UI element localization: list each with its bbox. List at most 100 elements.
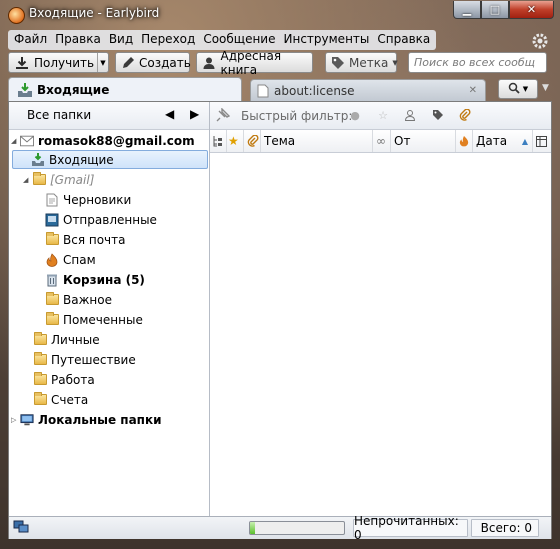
menu-help[interactable]: Справка [373,30,434,50]
folder-important-label: Важное [63,292,112,307]
thread-pane: Быстрый фильтр: ● ☆ ★ Тема ∞ От Дата ▲ [210,102,551,516]
get-mail-button[interactable]: Получить ▼ [8,52,109,73]
menu-tools[interactable]: Инструменты [280,30,374,50]
global-search-input[interactable]: Поиск во всех сообщ [408,52,547,73]
folder-drafts[interactable]: Черновики [45,190,131,209]
read-column-icon[interactable]: ∞ [373,130,391,152]
close-button[interactable]: ✕ [509,1,554,19]
attachment-column-icon[interactable] [244,130,261,152]
expand-triangle-icon[interactable]: ◢ [11,137,19,145]
title-bar[interactable]: Входящие - Earlybird ▁ □ ✕ [0,0,560,28]
menu-edit[interactable]: Правка [51,30,105,50]
mail-content-area: Все папки ◀ ▶ ◢ romasok88@gmail.com Вход… [8,101,552,542]
folder-starred[interactable]: Помеченные [45,310,143,329]
account-name: romasok88@gmail.com [38,133,195,148]
folder-drafts-label: Черновики [63,192,132,207]
collapse-triangle-icon[interactable]: ▷ [11,416,19,424]
message-list[interactable] [210,153,551,516]
folder-inbox[interactable]: Входящие [12,150,208,169]
earlybird-app-icon[interactable] [8,7,25,24]
tab-inbox-label: Входящие [37,82,110,97]
menu-go[interactable]: Переход [137,30,199,50]
junk-column-icon[interactable] [456,130,473,152]
folder-bills[interactable]: Счета [33,390,88,409]
quick-search-button[interactable]: ▼ [498,79,538,99]
folder-icon [33,392,47,406]
sent-icon [45,213,59,226]
local-folders-node[interactable]: ▷ Локальные папки [11,410,162,429]
folder-sent-label: Отправленные [63,212,157,227]
folder-personal[interactable]: Личные [33,330,100,349]
star-column-icon[interactable]: ★ [227,130,244,152]
quick-search-dropdown-icon: ▼ [522,85,529,93]
folder-view-label: Все папки [27,108,92,122]
folder-gmail-group[interactable]: ◢ [Gmail] [23,170,94,189]
folder-spam[interactable]: Спам [45,250,96,269]
unread-count: Непрочитанных: 0 [353,514,468,542]
pencil-icon [121,55,135,71]
menu-file[interactable]: Файл [10,30,51,50]
starred-filter-star-icon[interactable]: ☆ [376,108,390,122]
menu-view[interactable]: Вид [105,30,137,50]
thread-column-icon[interactable] [210,130,227,152]
folder-trash[interactable]: Корзина (5) [45,270,145,289]
local-folders-label: Локальные папки [38,412,162,427]
folder-pane: Все папки ◀ ▶ ◢ romasok88@gmail.com Вход… [9,102,210,516]
sticky-pin-icon[interactable] [216,108,230,122]
address-book-button[interactable]: Адресная книга [196,49,313,77]
folder-icon [45,292,59,306]
folder-gmail-label: [Gmail] [50,172,95,187]
online-status-icon[interactable] [13,520,29,537]
status-bar: Непрочитанных: 0 Всего: 0 [9,514,551,542]
folder-work-label: Работа [51,372,95,387]
tab-list-chevron-icon[interactable]: ▼ [542,83,549,93]
next-view-arrow-icon[interactable]: ▶ [190,107,199,121]
account-node[interactable]: ◢ romasok88@gmail.com [11,131,195,150]
unread-filter-dot-icon[interactable]: ● [348,108,362,122]
total-count: Всего: 0 [471,519,539,537]
subject-column[interactable]: Тема [261,130,373,152]
get-mail-label: Получить [34,55,95,70]
expand-triangle-icon[interactable]: ◢ [23,176,31,184]
tab-inbox[interactable]: Входящие [8,77,242,101]
attachment-filter-icon[interactable] [458,108,472,122]
get-mail-dropdown-icon[interactable]: ▼ [97,53,108,72]
folder-work[interactable]: Работа [33,370,95,389]
folder-all-mail-label: Вся почта [63,232,126,247]
tag-button[interactable]: Метка ▼ [325,52,398,73]
from-column-label: От [394,134,411,148]
quick-filter-bar: Быстрый фильтр: ● ☆ [210,102,551,130]
tab-close-icon[interactable]: ✕ [469,85,477,96]
folder-inbox-label: Входящие [49,152,114,167]
window-title: Входящие - Earlybird [29,6,160,20]
write-label: Создать [139,55,191,70]
folder-starred-label: Помеченные [63,312,143,327]
folder-travel[interactable]: Путешествие [33,350,136,369]
folder-sent[interactable]: Отправленные [45,210,157,229]
tag-icon [331,55,345,71]
prev-view-arrow-icon[interactable]: ◀ [165,107,174,121]
date-column[interactable]: Дата ▲ [473,130,533,152]
page-icon [257,84,269,98]
folder-spam-label: Спам [63,252,96,267]
tag-dropdown-icon: ▼ [392,58,398,67]
subject-column-label: Тема [264,134,296,148]
computer-icon [20,413,34,426]
contact-filter-person-icon[interactable] [403,108,417,122]
app-menu-gear-icon[interactable] [531,32,549,50]
from-column[interactable]: От [391,130,456,152]
column-picker-icon[interactable] [533,130,551,152]
folder-important[interactable]: Важное [45,290,112,309]
write-button[interactable]: Создать [115,52,191,73]
tab-about-license[interactable]: about:license ✕ [250,79,486,101]
maximize-button[interactable]: □ [481,1,509,19]
folder-icon [32,172,46,186]
minimize-button[interactable]: ▁ [453,1,481,19]
menu-message[interactable]: Сообщение [199,30,279,50]
download-arrow-icon [14,55,30,71]
minimize-icon: ▁ [462,3,472,16]
folder-trash-label: Корзина (5) [63,272,145,287]
folder-all-mail[interactable]: Вся почта [45,230,125,249]
folder-bills-label: Счета [51,392,89,407]
tag-filter-icon[interactable] [431,108,445,122]
